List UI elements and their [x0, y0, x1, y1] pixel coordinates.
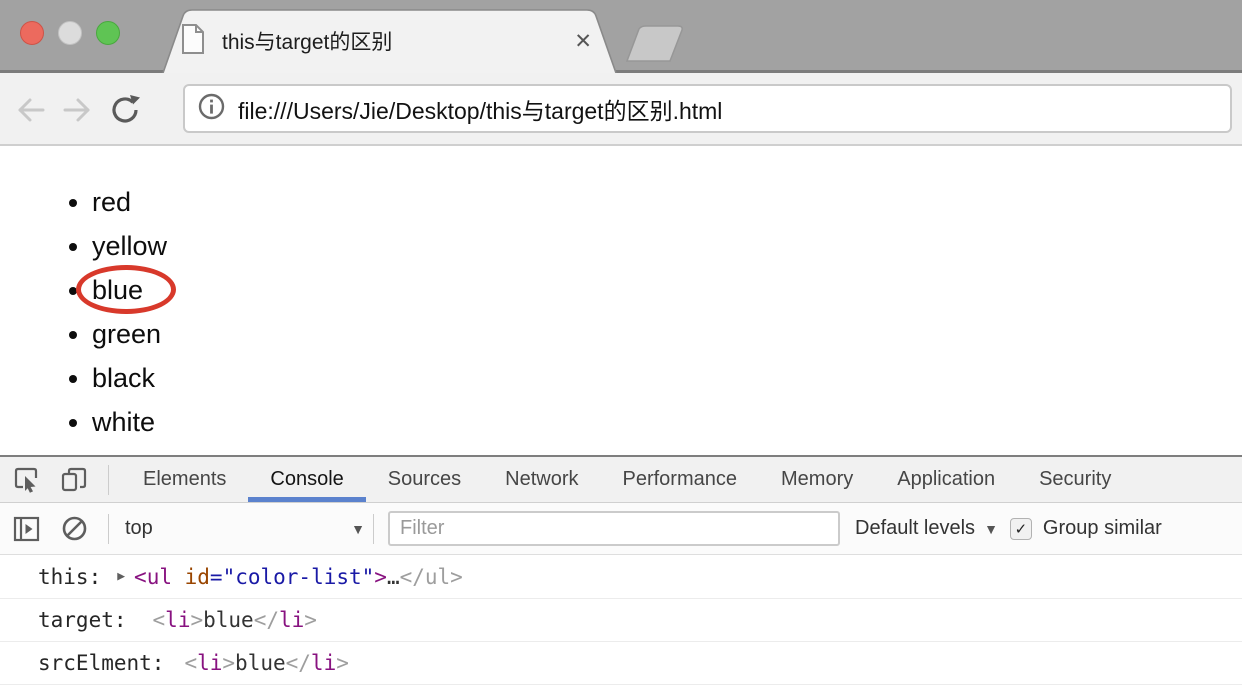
- titlebar: this与target的区别 ✕: [0, 0, 1242, 73]
- expand-node-icon[interactable]: ▶: [117, 569, 125, 584]
- tab-application[interactable]: Application: [875, 457, 1017, 502]
- list-item[interactable]: green: [92, 312, 1242, 356]
- tab-title: this与target的区别: [222, 26, 574, 56]
- console-log-row: srcElment:<li>blue</li>: [0, 642, 1242, 685]
- devtools-panel: Elements Console Sources Network Perform…: [0, 455, 1242, 685]
- tab-performance[interactable]: Performance: [601, 457, 760, 502]
- code-token: </ul>: [400, 565, 463, 589]
- address-bar[interactable]: file:///Users/Jie/Desktop/this与target的区别…: [183, 84, 1232, 133]
- code-token: <: [153, 608, 166, 632]
- close-tab-icon[interactable]: ✕: [574, 29, 592, 54]
- console-log-label: this:: [38, 565, 101, 589]
- code-token: …: [387, 565, 400, 589]
- console-log-row: target:<li>blue</li>: [0, 599, 1242, 642]
- group-similar-toggle[interactable]: ✓ Group similar: [1010, 517, 1162, 540]
- device-toolbar-icon[interactable]: [58, 464, 90, 496]
- page-info-icon[interactable]: [198, 93, 225, 125]
- context-selector-label: top: [125, 517, 351, 540]
- logged-element-preview[interactable]: <li>blue</li>: [153, 608, 317, 632]
- list-item[interactable]: black: [92, 356, 1242, 400]
- code-token: >: [374, 565, 387, 589]
- code-token: </: [286, 651, 311, 675]
- page-content: red yellow blue green black white: [0, 146, 1242, 455]
- list-item[interactable]: white: [92, 400, 1242, 444]
- log-levels-selector[interactable]: Default levels ▼: [855, 517, 998, 540]
- minimize-window-button[interactable]: [58, 21, 82, 45]
- code-token: <: [184, 651, 197, 675]
- code-token: id: [172, 565, 210, 589]
- url-text: file:///Users/Jie/Desktop/this与target的区别…: [238, 92, 722, 126]
- forward-button[interactable]: [58, 91, 96, 129]
- close-window-button[interactable]: [20, 21, 44, 45]
- reload-button[interactable]: [106, 91, 144, 129]
- devtools-tabbar: Elements Console Sources Network Perform…: [0, 457, 1242, 503]
- divider: [108, 465, 109, 495]
- list-item[interactable]: blue: [92, 268, 1242, 312]
- checkbox-check-icon: ✓: [1015, 520, 1028, 538]
- code-token: <ul: [134, 565, 172, 589]
- log-levels-label: Default levels: [855, 517, 975, 540]
- code-token: >: [336, 651, 349, 675]
- code-token: >: [190, 608, 203, 632]
- console-log-row: this: ▶ <ul id="color-list">…</ul>: [0, 555, 1242, 599]
- tab-security[interactable]: Security: [1017, 457, 1133, 502]
- group-similar-label: Group similar: [1043, 517, 1162, 540]
- browser-tab[interactable]: this与target的区别 ✕: [180, 12, 606, 70]
- code-token: li: [165, 608, 190, 632]
- clear-console-icon[interactable]: [58, 513, 90, 545]
- context-selector[interactable]: top ▼: [125, 517, 365, 540]
- code-token: ="color-list": [210, 565, 374, 589]
- code-token: li: [197, 651, 222, 675]
- code-token: >: [222, 651, 235, 675]
- console-log-label: srcElment:: [38, 651, 164, 675]
- dropdown-arrow-icon: ▼: [351, 521, 365, 537]
- code-token: li: [311, 651, 336, 675]
- devtools-tabs: Elements Console Sources Network Perform…: [121, 457, 1133, 502]
- divider: [108, 514, 109, 544]
- code-token: li: [279, 608, 304, 632]
- list-item[interactable]: yellow: [92, 224, 1242, 268]
- red-circle-annotation: [76, 265, 176, 314]
- page-favicon-icon: [180, 23, 206, 60]
- console-toolbar: top ▼ Default levels ▼ ✓ Group similar: [0, 503, 1242, 555]
- filter-input[interactable]: [388, 511, 840, 546]
- logged-element-preview[interactable]: <ul id="color-list">…</ul>: [134, 565, 463, 589]
- list-item[interactable]: red: [92, 180, 1242, 224]
- browser-toolbar: file:///Users/Jie/Desktop/this与target的区别…: [0, 73, 1242, 146]
- back-button[interactable]: [12, 91, 50, 129]
- code-token: blue: [203, 608, 254, 632]
- group-similar-checkbox[interactable]: ✓: [1010, 518, 1032, 540]
- tab-memory[interactable]: Memory: [759, 457, 875, 502]
- logged-element-preview[interactable]: <li>blue</li>: [184, 651, 348, 675]
- tab-sources[interactable]: Sources: [366, 457, 483, 502]
- code-token: blue: [235, 651, 286, 675]
- tab-console[interactable]: Console: [248, 457, 365, 502]
- color-list: red yellow blue green black white: [0, 180, 1242, 444]
- tab-elements[interactable]: Elements: [121, 457, 248, 502]
- inspect-element-icon[interactable]: [10, 464, 42, 496]
- code-token: >: [304, 608, 317, 632]
- new-tab-button[interactable]: [626, 26, 682, 62]
- code-token: </: [254, 608, 279, 632]
- console-log-label: target:: [38, 608, 127, 632]
- dropdown-arrow-icon: ▼: [984, 521, 998, 537]
- divider: [373, 514, 374, 544]
- console-sidebar-icon[interactable]: [10, 513, 42, 545]
- tab-network[interactable]: Network: [483, 457, 600, 502]
- zoom-window-button[interactable]: [96, 21, 120, 45]
